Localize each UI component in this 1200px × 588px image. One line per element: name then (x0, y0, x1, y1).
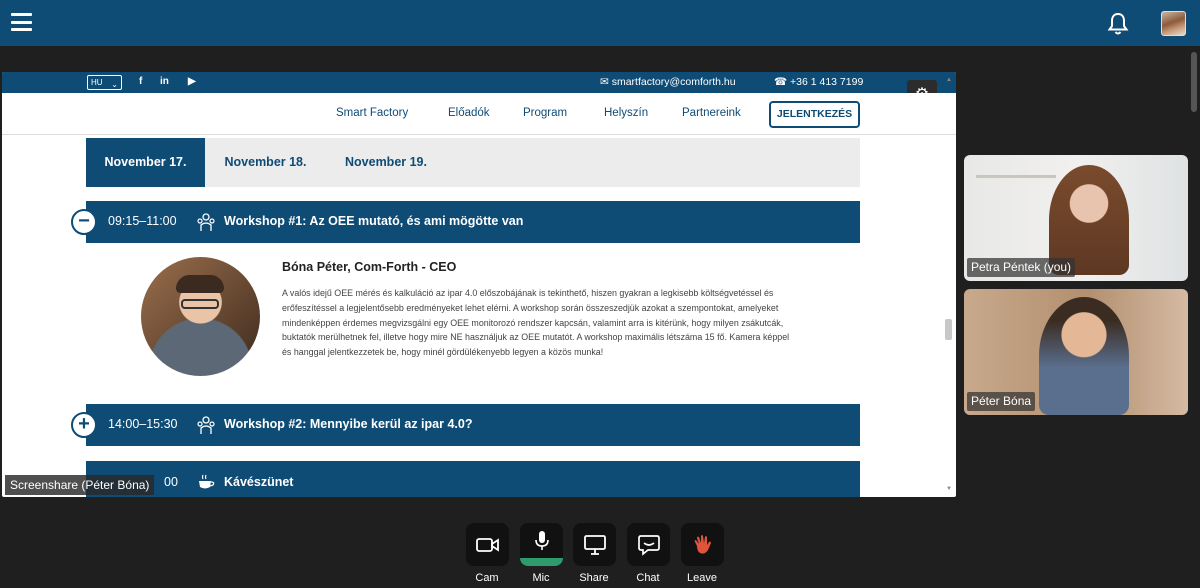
session-title: Workshop #2: Mennyibe kerül az ipar 4.0? (224, 417, 473, 431)
app-topbar (0, 0, 1200, 46)
participant-name: Péter Bóna (967, 392, 1036, 411)
language-value: HU (91, 78, 103, 87)
site-phone[interactable]: ☎ +36 1 413 7199 (774, 76, 863, 88)
mic-label: Mic (532, 572, 550, 584)
share-label: Share (579, 572, 609, 584)
nav-helyszin[interactable]: Helyszín (604, 107, 648, 119)
linkedin-icon[interactable]: in (160, 76, 169, 87)
tab-november-19[interactable]: November 19. (326, 138, 446, 187)
session-time: 09:15–11:00 (108, 214, 177, 228)
chat-label: Chat (636, 572, 660, 584)
waving-hand-icon (694, 534, 711, 554)
day-tabs: November 17. November 18. November 19. (86, 138, 860, 187)
cam-button[interactable] (466, 523, 509, 566)
jelentkezes-button[interactable]: JELENTKEZÉS (769, 101, 860, 128)
bell-icon[interactable] (1107, 12, 1129, 36)
nav-partnereink[interactable]: Partnereink (682, 107, 741, 119)
background-shelf (976, 175, 1056, 178)
email-text: smartfactory@comforth.hu (611, 76, 736, 88)
speaker-description: A valós idejű OEE mérés és kalkuláció az… (282, 288, 790, 358)
scroll-up-arrow[interactable]: ▲ (946, 77, 952, 83)
session-time: 14:00–15:30 (108, 417, 178, 431)
screenshare-window: HU ⌄ f in ▶ ✉ smartfactory@comforth.hu ☎ … (2, 72, 956, 497)
session-title: Kávészünet (224, 475, 294, 489)
workshop-icon (197, 213, 215, 231)
youtube-icon[interactable]: ▶ (188, 76, 196, 87)
participant-video (1039, 297, 1129, 415)
coffee-icon (199, 474, 215, 489)
facebook-icon[interactable]: f (139, 76, 142, 87)
site-top-strip: HU ⌄ f in ▶ ✉ smartfactory@comforth.hu ☎ … (2, 72, 956, 93)
phone-text: +36 1 413 7199 (790, 76, 864, 88)
session-title: Workshop #1: Az OEE mutató, és ami mögöt… (224, 214, 524, 228)
mic-active-indicator (520, 558, 563, 566)
workshop-icon (197, 416, 215, 434)
mic-button[interactable] (520, 523, 563, 566)
session-workshop-2[interactable]: + 14:00–15:30 Workshop #2: Mennyibe kerü… (71, 404, 860, 446)
camera-icon (475, 537, 499, 552)
chat-icon (637, 534, 660, 556)
tab-november-17[interactable]: November 17. (86, 138, 205, 187)
nav-eloadok[interactable]: Előadók (448, 107, 490, 119)
microphone-icon (534, 530, 549, 550)
speaker-photo (141, 257, 260, 376)
video-tile-peter[interactable]: Péter Bóna (964, 289, 1188, 415)
screenshare-scrollbar[interactable] (945, 319, 952, 340)
share-button[interactable] (573, 523, 616, 566)
session-workshop-1[interactable]: − 09:15–11:00 Workshop #1: Az OEE mutató… (71, 201, 860, 243)
expand-icon[interactable]: + (71, 412, 97, 438)
screenshare-label: Screenshare (Péter Bóna) (5, 475, 155, 495)
participant-name: Petra Péntek (you) (967, 258, 1076, 277)
language-select[interactable]: HU ⌄ (87, 75, 122, 90)
leave-label: Leave (687, 572, 717, 584)
video-tile-petra[interactable]: Petra Péntek (you) (964, 155, 1188, 281)
leave-button[interactable] (681, 523, 724, 566)
collapse-icon[interactable]: − (71, 209, 97, 235)
session-coffee-break[interactable]: 00 Kávészünet (86, 461, 860, 497)
user-avatar[interactable] (1161, 11, 1186, 36)
chevron-down-icon: ⌄ (111, 80, 118, 89)
scroll-down-arrow[interactable]: ▼ (946, 486, 952, 492)
cam-label: Cam (475, 572, 499, 584)
tab-november-18[interactable]: November 18. (205, 138, 326, 187)
screen-share-icon (583, 534, 606, 555)
nav-program[interactable]: Program (523, 107, 567, 119)
session-time: 00 (164, 475, 178, 489)
nav-smart-factory[interactable]: Smart Factory (336, 107, 408, 119)
speaker-name: Bóna Péter, Com-Forth - CEO (282, 260, 457, 274)
sidebar-scrollbar[interactable] (1191, 52, 1197, 112)
site-navigation: Smart Factory Előadók Program Helyszín P… (2, 93, 956, 135)
site-email[interactable]: ✉ smartfactory@comforth.hu (600, 76, 736, 88)
chat-button[interactable] (627, 523, 670, 566)
hamburger-icon[interactable] (11, 13, 32, 31)
